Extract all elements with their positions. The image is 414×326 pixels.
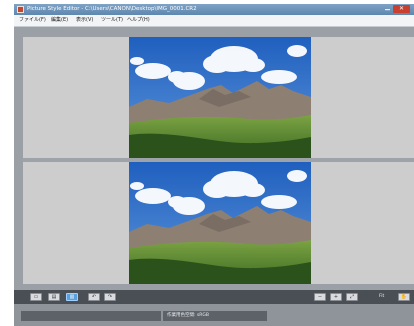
menu-tools[interactable]: ツール(T) [101, 17, 123, 24]
single-view-icon: ▭ [33, 294, 39, 300]
hand-tool-button[interactable]: ✋ [398, 293, 410, 301]
close-button[interactable]: ✕ [393, 5, 410, 13]
before-image-pane[interactable] [23, 37, 414, 158]
color-space-status: 作業用色空間: sRGB [167, 313, 209, 318]
compare-view-button[interactable]: ▥ [66, 293, 78, 301]
title-bar[interactable]: Picture Style Editor - C:\Users\CANON\De… [14, 4, 414, 15]
rotate-right-button[interactable]: ↷ [104, 293, 116, 301]
landscape-photo-after [129, 162, 311, 284]
rotate-left-icon: ↶ [91, 294, 97, 300]
menu-view[interactable]: 表示(V) [76, 17, 93, 24]
zoom-fit-button[interactable]: ⤢ [346, 293, 358, 301]
zoom-in-button[interactable]: + [330, 293, 342, 301]
split-view-button[interactable]: ▤ [48, 293, 60, 301]
split-view-icon: ▤ [51, 294, 57, 300]
compare-view-icon: ▥ [69, 294, 75, 300]
app-window: Picture Style Editor - C:\Users\CANON\De… [14, 4, 414, 326]
status-bar: 作業用色空間: sRGB [14, 304, 414, 326]
window-controls: ✕ [384, 5, 410, 13]
zoom-in-icon: + [333, 294, 339, 300]
app-icon [17, 6, 24, 13]
single-view-button[interactable]: ▭ [30, 293, 42, 301]
zoom-fit-icon: ⤢ [349, 294, 354, 300]
rotate-right-icon: ↷ [107, 294, 113, 300]
image-workspace [14, 27, 414, 290]
status-segment-left [21, 311, 161, 321]
zoom-out-button[interactable]: − [314, 293, 326, 301]
menu-bar: ファイル(F) 編集(E) 表示(V) ツール(T) ヘルプ(H) [14, 15, 414, 27]
menu-edit[interactable]: 編集(E) [51, 17, 68, 24]
hand-tool-icon: ✋ [400, 294, 408, 300]
menu-help[interactable]: ヘルプ(H) [127, 17, 150, 24]
bottom-toolbar: ▭ ▤ ▥ ↶ ↷ − + ⤢ Fit ✋ [14, 290, 414, 304]
landscape-photo-before [129, 37, 311, 158]
after-image-pane[interactable] [23, 162, 414, 284]
minimize-icon[interactable] [384, 5, 391, 12]
status-segment-colorspace: 作業用色空間: sRGB [163, 311, 267, 321]
menu-file[interactable]: ファイル(F) [19, 17, 46, 24]
window-title: Picture Style Editor - C:\Users\CANON\De… [27, 6, 197, 12]
rotate-left-button[interactable]: ↶ [88, 293, 100, 301]
close-icon: ✕ [398, 5, 405, 12]
zoom-out-icon: − [317, 294, 323, 300]
zoom-level-label: Fit [379, 294, 385, 299]
